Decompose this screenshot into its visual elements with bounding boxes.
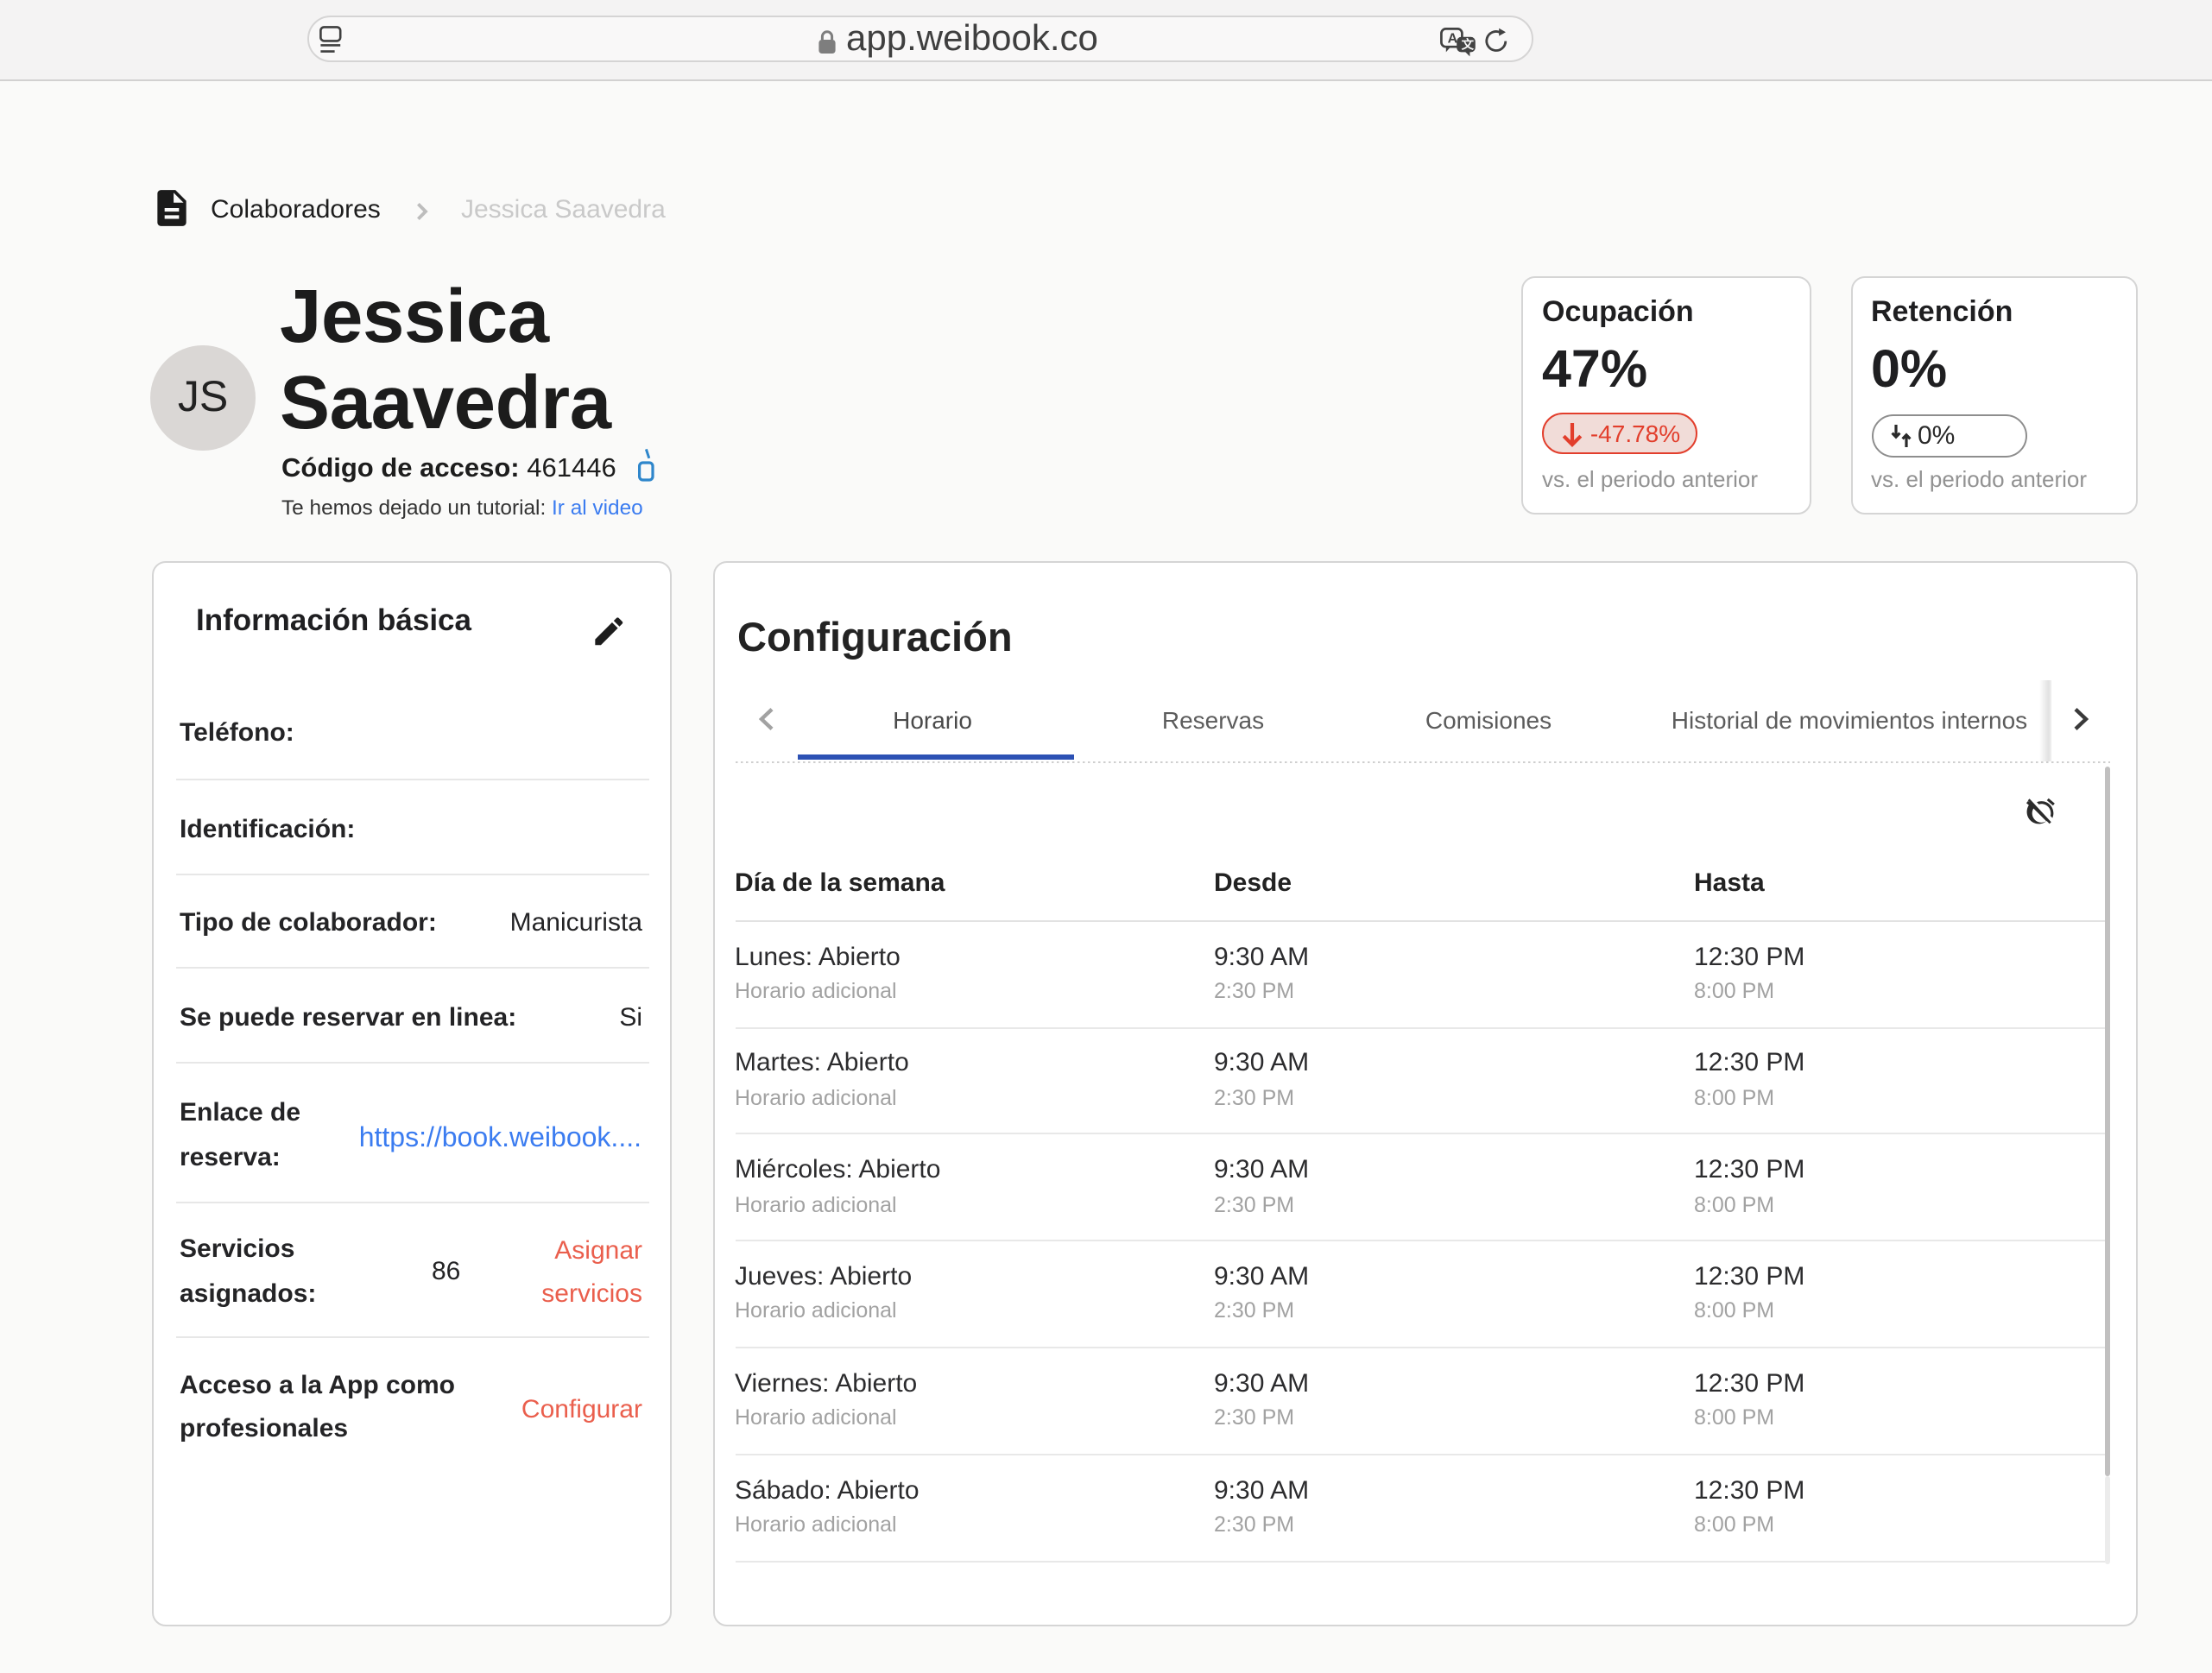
- svg-text:文: 文: [1462, 35, 1475, 51]
- svg-text:A: A: [1448, 31, 1458, 46]
